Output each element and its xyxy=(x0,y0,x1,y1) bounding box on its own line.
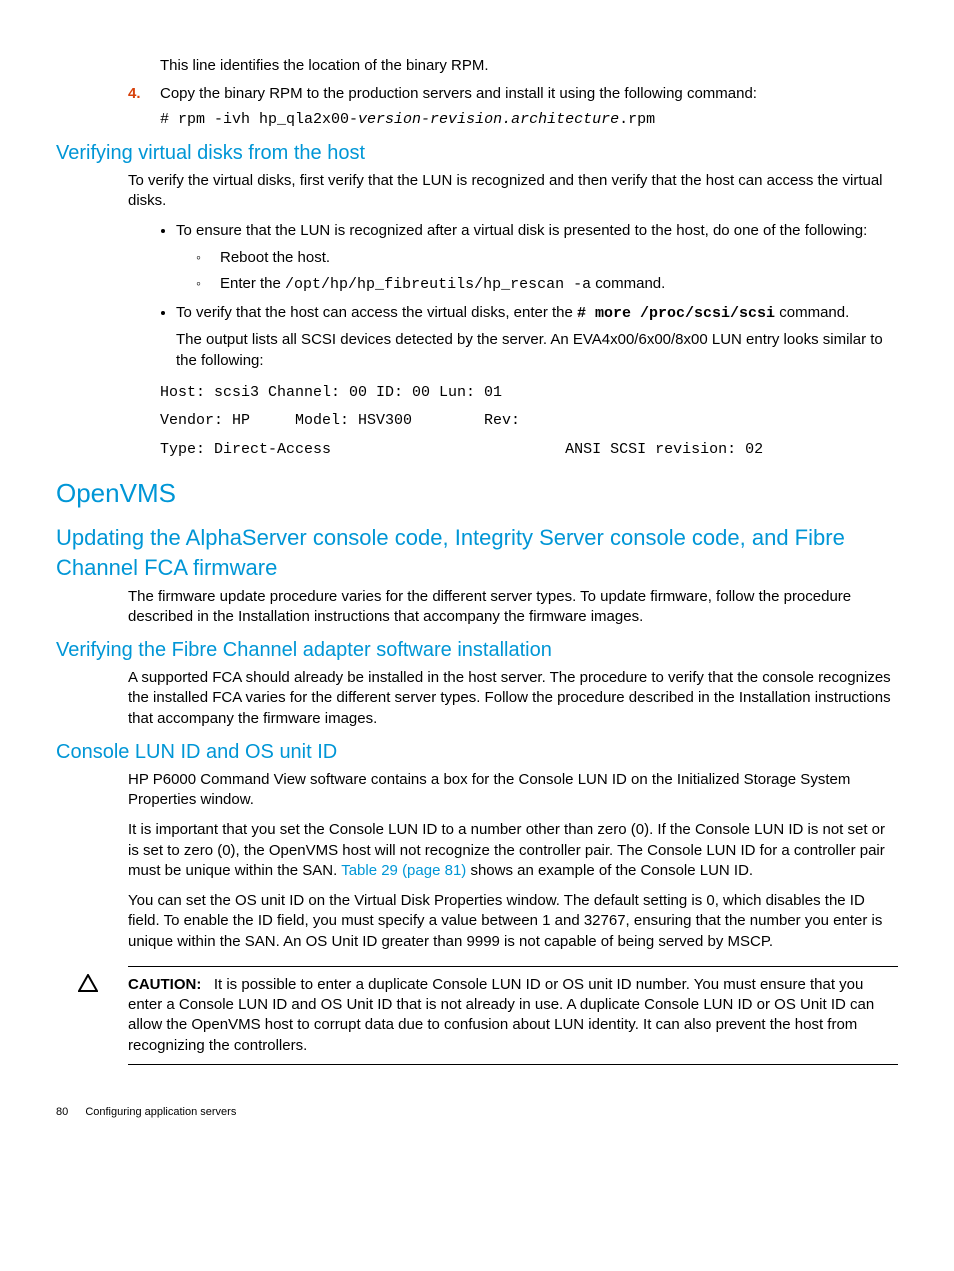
heading-openvms: OpenVMS xyxy=(56,476,898,511)
verify-vd-b1-text: To ensure that the LUN is recognized aft… xyxy=(176,222,867,239)
verify-vd-p1: To verify the virtual disks, first verif… xyxy=(128,171,898,212)
verify-vd-b1b-post: command. xyxy=(591,275,665,292)
verify-vd-code: Host: scsi3 Channel: 00 ID: 00 Lun: 01 V… xyxy=(160,379,898,465)
verify-vd-b1b-pre: Enter the xyxy=(220,275,285,292)
verify-vd-b1: To ensure that the LUN is recognized aft… xyxy=(176,221,898,295)
console-p2: It is important that you set the Console… xyxy=(128,820,898,881)
intro-text: This line identifies the location of the… xyxy=(160,57,489,74)
verify-fc-p1: A supported FCA should already be instal… xyxy=(128,668,898,729)
verify-vd-b2: To verify that the host can access the v… xyxy=(176,303,898,371)
verify-vd-b2-p2: The output lists all SCSI devices detect… xyxy=(176,330,898,371)
step-4-text: Copy the binary RPM to the production se… xyxy=(160,85,757,102)
table-29-link[interactable]: Table 29 (page 81) xyxy=(341,862,466,879)
footer-title: Configuring application servers xyxy=(85,1106,236,1118)
verify-vd-b1b-cmd: /opt/hp/hp_fibreutils/hp_rescan -a xyxy=(285,276,591,293)
verify-vd-b2-cmd: # more /proc/scsi/scsi xyxy=(577,305,775,322)
step-4-cmd-post: .rpm xyxy=(619,111,655,128)
console-p1: HP P6000 Command View software contains … xyxy=(128,770,898,811)
step-4-cmd-pre: # rpm -ivh hp_qla2x00- xyxy=(160,111,358,128)
caution-label: CAUTION: xyxy=(128,976,201,993)
caution-block: CAUTION: It is possible to enter a dupli… xyxy=(128,966,898,1065)
verify-vd-b2-post: command. xyxy=(775,304,849,321)
heading-verify-fc: Verifying the Fibre Channel adapter soft… xyxy=(56,637,898,664)
caution-text: It is possible to enter a duplicate Cons… xyxy=(128,976,874,1054)
heading-alpha: Updating the AlphaServer console code, I… xyxy=(56,523,898,582)
step-4: 4. Copy the binary RPM to the production… xyxy=(128,84,898,130)
step-4-cmd-italic: version-revision.architecture xyxy=(358,111,619,128)
console-p3: You can set the OS unit ID on the Virtua… xyxy=(128,891,898,952)
heading-verify-vd: Verifying virtual disks from the host xyxy=(56,140,898,167)
page-number: 80 xyxy=(56,1106,68,1118)
verify-vd-b1a: Reboot the host. xyxy=(196,248,898,268)
verify-vd-b1b: Enter the /opt/hp/hp_fibreutils/hp_resca… xyxy=(196,274,898,295)
alpha-p1: The firmware update procedure varies for… xyxy=(128,587,898,628)
heading-console-lun: Console LUN ID and OS unit ID xyxy=(56,739,898,766)
caution-icon xyxy=(78,973,98,1000)
intro-step: This line identifies the location of the… xyxy=(128,56,898,76)
page-footer: 80 Configuring application servers xyxy=(56,1105,898,1120)
verify-vd-b2-pre: To verify that the host can access the v… xyxy=(176,304,577,321)
verify-vd-b1a-text: Reboot the host. xyxy=(220,249,330,266)
console-p2-post: shows an example of the Console LUN ID. xyxy=(466,862,753,879)
verify-vd-sublist: Reboot the host. Enter the /opt/hp/hp_fi… xyxy=(196,248,898,296)
verify-vd-list: To ensure that the LUN is recognized aft… xyxy=(156,221,898,371)
step-4-marker: 4. xyxy=(128,84,141,104)
